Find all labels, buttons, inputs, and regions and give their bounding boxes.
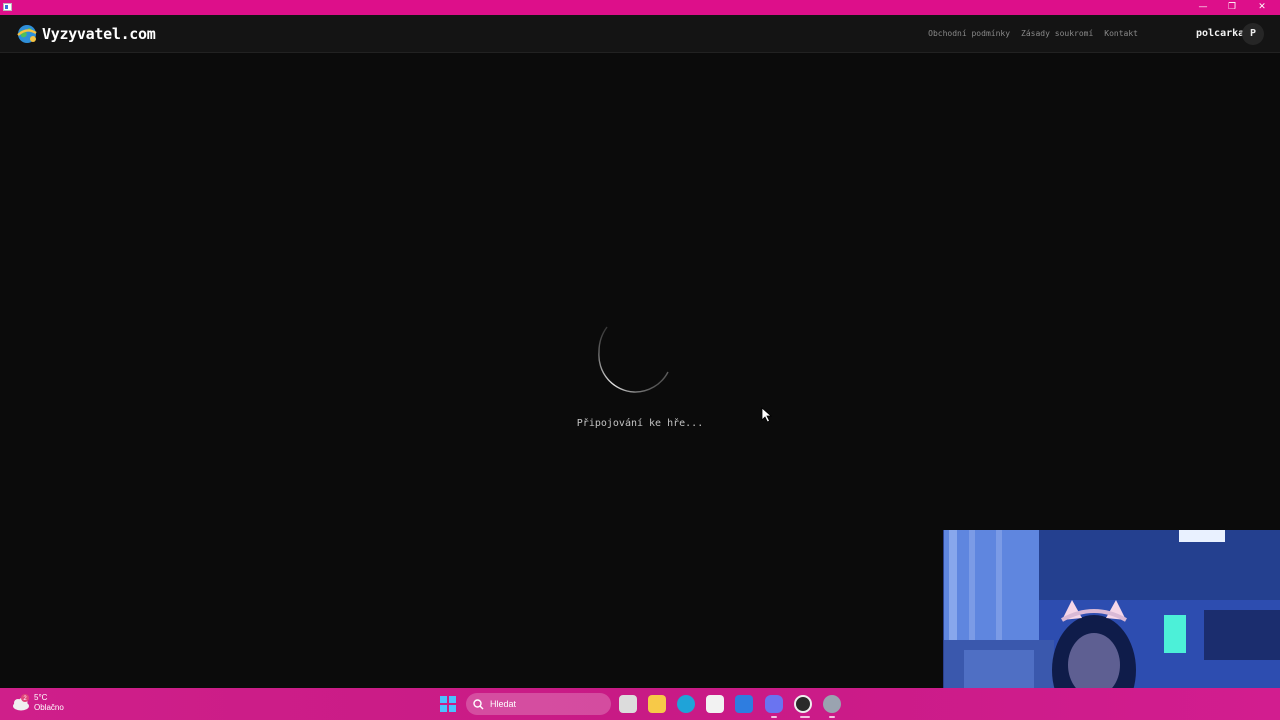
- edge-browser-icon[interactable]: [677, 695, 695, 713]
- taskbar-search[interactable]: Hledat: [466, 693, 611, 715]
- restore-button[interactable]: ❐: [1217, 0, 1247, 15]
- weather-condition: Oblačno: [34, 703, 64, 712]
- minimize-button[interactable]: —: [1188, 0, 1218, 15]
- nav-link-privacy[interactable]: Zásady soukromí: [1021, 29, 1093, 38]
- discord-icon[interactable]: [765, 695, 783, 713]
- window-title-bar: — ❐ ✕: [0, 0, 1280, 15]
- app-window-icon: [3, 3, 12, 11]
- obs-icon[interactable]: [794, 695, 812, 713]
- task-view-icon[interactable]: [619, 695, 637, 713]
- start-button[interactable]: [440, 696, 456, 712]
- taskbar: 2 5°C Oblačno Hledat: [0, 688, 1280, 720]
- mail-icon[interactable]: [735, 695, 753, 713]
- nav-link-contact[interactable]: Kontakt: [1104, 29, 1138, 38]
- site-header: Vyzyvatel.com Obchodní podmínky Zásady s…: [0, 15, 1280, 53]
- microsoft-store-icon[interactable]: [706, 695, 724, 713]
- loading-status-text: Připojování ke hře...: [576, 418, 704, 429]
- logo-text: Vyzyvatel.com: [42, 25, 156, 43]
- close-button[interactable]: ✕: [1247, 0, 1277, 15]
- active-indicator: [800, 716, 810, 718]
- start-icon-tile: [440, 705, 447, 712]
- start-icon-tile: [449, 696, 456, 703]
- settings-icon[interactable]: [823, 695, 841, 713]
- cloud-icon: 2: [13, 694, 29, 711]
- site-logo[interactable]: Vyzyvatel.com: [16, 23, 156, 45]
- file-explorer-icon[interactable]: [648, 695, 666, 713]
- header-nav: Obchodní podmínky Zásady soukromí Kontak…: [928, 29, 1138, 38]
- username[interactable]: polcarka: [1196, 28, 1244, 39]
- start-icon-tile: [449, 705, 456, 712]
- loading-spinner: [598, 326, 669, 393]
- search-icon: [473, 698, 484, 709]
- nav-link-terms[interactable]: Obchodní podmínky: [928, 29, 1010, 38]
- weather-widget[interactable]: 2 5°C Oblačno: [10, 693, 64, 713]
- globe-logo-icon: [17, 25, 37, 43]
- avatar[interactable]: P: [1242, 23, 1264, 45]
- running-indicator: [829, 716, 835, 718]
- weather-temperature: 5°C: [34, 693, 48, 702]
- start-icon-tile: [440, 696, 447, 703]
- mouse-cursor-icon: [761, 407, 773, 423]
- search-placeholder: Hledat: [490, 699, 517, 709]
- running-indicator: [771, 716, 777, 718]
